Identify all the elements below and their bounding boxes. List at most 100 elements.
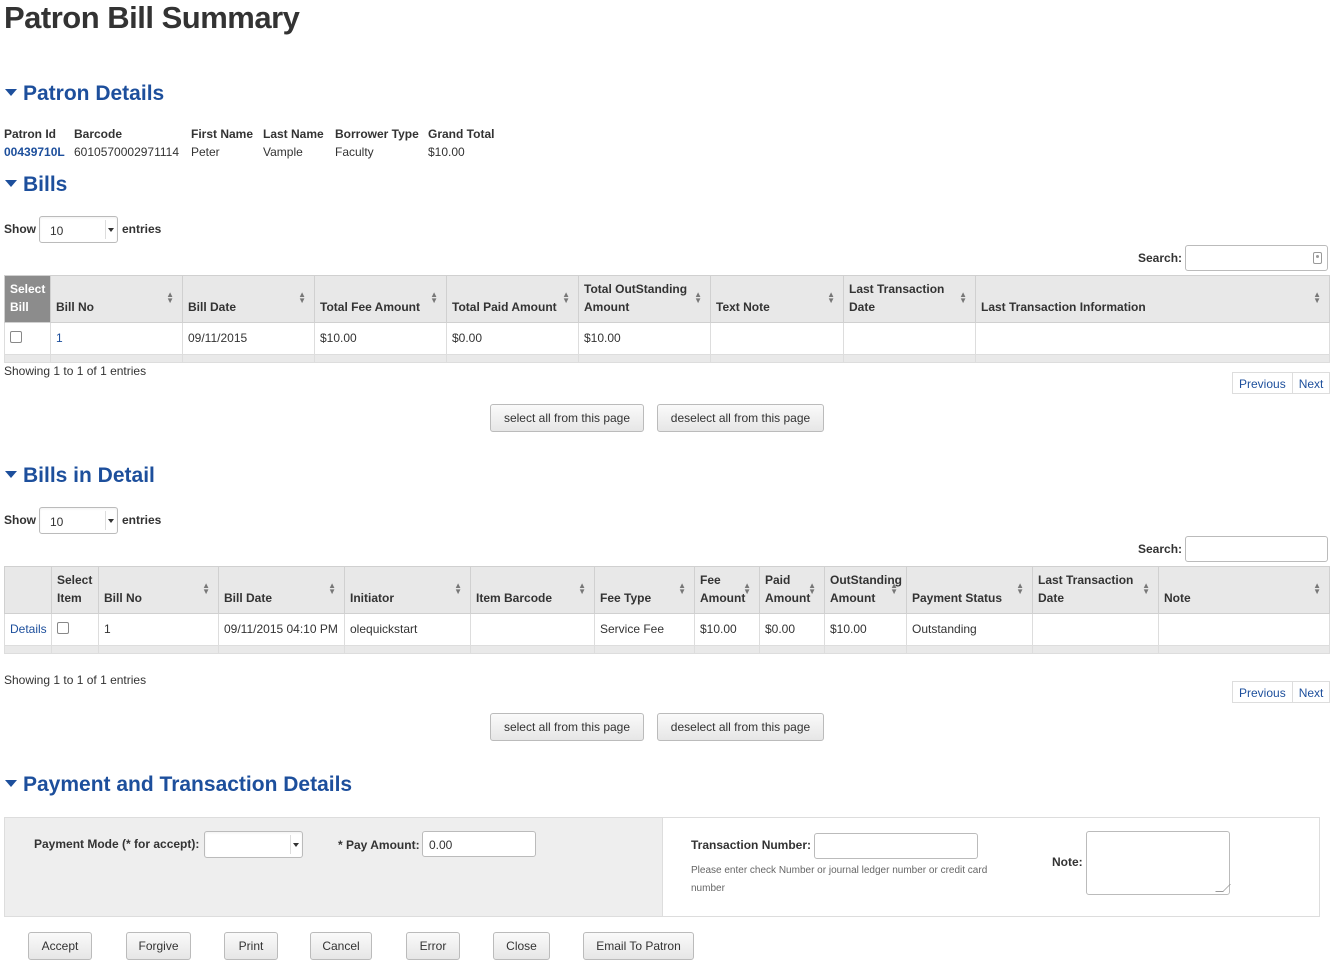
column-header-text-note[interactable]: Text Note ▲ ▼ xyxy=(710,275,844,323)
column-header-total-outstanding[interactable]: Total OutStanding Amount ▲ ▼ xyxy=(578,275,711,323)
column-header-bill-date[interactable]: Bill Date ▲ ▼ xyxy=(182,275,315,323)
header-label: Payment Status xyxy=(912,591,1003,605)
bill-no-cell: 1 xyxy=(50,322,183,355)
entries-label: entries xyxy=(122,513,162,527)
note-textarea[interactable] xyxy=(1086,831,1231,895)
entries-label: entries xyxy=(122,222,162,236)
payment-mode-label: Payment Mode (* for accept): xyxy=(34,837,200,851)
barcode-header: Barcode xyxy=(74,127,123,141)
print-button[interactable]: Print xyxy=(224,932,278,960)
next-page-button[interactable]: Next xyxy=(1291,682,1330,702)
note-label: Note: xyxy=(1052,855,1083,869)
payment-mode-select[interactable] xyxy=(204,831,303,858)
column-header-paid-amount[interactable]: Paid Amount ▲ ▼ xyxy=(759,566,825,614)
column-header-total-paid[interactable]: Total Paid Amount ▲ ▼ xyxy=(446,275,579,323)
detail-search-input[interactable] xyxy=(1185,536,1328,562)
header-label: Bill No xyxy=(104,591,142,605)
column-header-item-barcode[interactable]: Item Barcode ▲ ▼ xyxy=(470,566,595,614)
detail-page-size-select[interactable]: 10 xyxy=(39,507,118,534)
next-page-button[interactable]: Next xyxy=(1291,373,1330,393)
bills-search-input[interactable] xyxy=(1185,245,1328,271)
divider xyxy=(105,511,106,530)
column-header-bill-no[interactable]: Bill No ▲ ▼ xyxy=(50,275,183,323)
collapse-arrow-icon[interactable] xyxy=(5,89,17,97)
collapse-arrow-icon[interactable] xyxy=(5,780,17,788)
section-patron-details[interactable]: Patron Details xyxy=(4,82,164,106)
table-row: Details 1 09/11/2015 04:10 PM olequickst… xyxy=(4,613,1330,646)
column-header-bill-no[interactable]: Bill No ▲ ▼ xyxy=(98,566,219,614)
payment-panel xyxy=(4,817,663,917)
column-header-last-txn-date[interactable]: Last Transaction Date ▲ ▼ xyxy=(1032,566,1159,614)
last-txn-info-cell xyxy=(975,322,1330,355)
outstanding-amount-cell: $10.00 xyxy=(824,613,907,646)
bills-page-size-select[interactable]: 10 xyxy=(39,216,118,243)
first-name-value: Peter xyxy=(191,145,220,159)
collapse-arrow-icon[interactable] xyxy=(5,180,17,188)
column-header-select-item[interactable]: Select Item xyxy=(51,566,99,614)
header-label: Bill Date xyxy=(188,300,237,314)
select-bill-checkbox[interactable] xyxy=(10,331,22,343)
details-link[interactable]: Details xyxy=(10,622,47,636)
table-footer-row xyxy=(4,354,1330,363)
header-label: Select Item xyxy=(57,573,93,605)
bills-info: Showing 1 to 1 of 1 entries xyxy=(4,364,147,378)
paid-amount-cell: $0.00 xyxy=(759,613,825,646)
total-fee-cell: $10.00 xyxy=(314,322,447,355)
search-label: Search: xyxy=(1138,542,1183,556)
resize-handle-icon[interactable] xyxy=(1215,884,1231,892)
accept-button[interactable]: Accept xyxy=(28,932,92,960)
detail-deselect-all-button[interactable]: deselect all from this page xyxy=(657,713,824,741)
column-header-fee-amount[interactable]: Fee Amount ▲ ▼ xyxy=(694,566,760,614)
column-header-note[interactable]: Note ▲ ▼ xyxy=(1158,566,1330,614)
detail-pagination: Previous Next xyxy=(1232,681,1331,703)
bills-deselect-all-button[interactable]: deselect all from this page xyxy=(657,404,824,432)
patron-id-link[interactable]: 00439710L xyxy=(4,145,65,159)
sort-icon: ▲ ▼ xyxy=(328,581,336,596)
bill-no-cell: 1 xyxy=(98,613,219,646)
initiator-cell: olequickstart xyxy=(344,613,471,646)
section-bills[interactable]: Bills xyxy=(4,173,67,197)
previous-page-button[interactable]: Previous xyxy=(1233,373,1292,393)
section-bills-in-detail[interactable]: Bills in Detail xyxy=(4,464,155,488)
collapse-arrow-icon[interactable] xyxy=(5,471,17,479)
error-button[interactable]: Error xyxy=(406,932,460,960)
transaction-number-input[interactable] xyxy=(814,833,978,859)
borrower-type-value: Faculty xyxy=(335,145,374,159)
column-header-initiator[interactable]: Initiator ▲ ▼ xyxy=(344,566,471,614)
column-header-total-fee[interactable]: Total Fee Amount ▲ ▼ xyxy=(314,275,447,323)
fee-amount-cell: $10.00 xyxy=(694,613,760,646)
column-header-outstanding-amount[interactable]: OutStanding Amount ▲ ▼ xyxy=(824,566,907,614)
text-note-cell xyxy=(710,322,844,355)
previous-page-button[interactable]: Previous xyxy=(1233,682,1292,702)
section-payment-details[interactable]: Payment and Transaction Details xyxy=(4,773,352,797)
column-header-bill-date[interactable]: Bill Date ▲ ▼ xyxy=(218,566,345,614)
header-label: Note xyxy=(1164,591,1191,605)
cancel-button[interactable]: Cancel xyxy=(310,932,372,960)
close-button[interactable]: Close xyxy=(493,932,550,960)
bill-no-link[interactable]: 1 xyxy=(56,331,63,345)
column-header-last-txn-date[interactable]: Last Transaction Date ▲ ▼ xyxy=(843,275,976,323)
select-cell xyxy=(51,613,99,646)
show-label: Show xyxy=(4,513,36,527)
email-to-patron-button[interactable]: Email To Patron xyxy=(583,932,694,960)
bill-date-cell: 09/11/2015 xyxy=(182,322,315,355)
column-header-last-txn-info[interactable]: Last Transaction Information ▲ ▼ xyxy=(975,275,1330,323)
column-header-select-bill[interactable]: Select Bill xyxy=(4,275,51,323)
forgive-button[interactable]: Forgive xyxy=(126,932,191,960)
column-header-fee-type[interactable]: Fee Type ▲ ▼ xyxy=(594,566,695,614)
header-label: Bill No xyxy=(56,300,94,314)
select-item-checkbox[interactable] xyxy=(57,622,69,634)
pay-amount-input[interactable]: 0.00 xyxy=(422,831,536,857)
divider xyxy=(105,220,106,239)
pay-amount-value: 0.00 xyxy=(429,838,453,852)
sort-icon: ▲ ▼ xyxy=(298,290,306,305)
column-header-payment-status[interactable]: Payment Status ▲ ▼ xyxy=(906,566,1033,614)
header-label: Select Bill xyxy=(10,282,46,314)
grand-total-header: Grand Total xyxy=(428,127,495,141)
chevron-down-icon xyxy=(293,843,299,847)
bills-select-all-button[interactable]: select all from this page xyxy=(490,404,644,432)
detail-select-all-button[interactable]: select all from this page xyxy=(490,713,644,741)
sort-icon: ▲ ▼ xyxy=(430,290,438,305)
transaction-hint: Please enter check Number or journal led… xyxy=(691,865,988,894)
sort-icon: ▲ ▼ xyxy=(454,581,462,596)
